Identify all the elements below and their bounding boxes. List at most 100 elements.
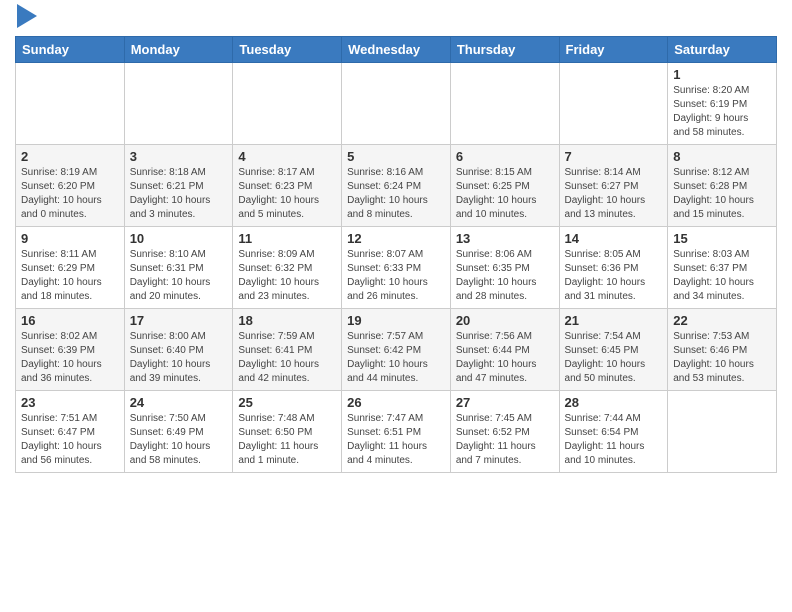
day-info: Sunrise: 8:10 AM Sunset: 6:31 PM Dayligh… [130,248,228,304]
day-info: Sunrise: 8:11 AM Sunset: 6:29 PM Dayligh… [21,248,119,304]
calendar-header: SundayMondayTuesdayWednesdayThursdayFrid… [16,37,777,63]
day-info: Sunrise: 8:06 AM Sunset: 6:35 PM Dayligh… [456,248,554,304]
day-number: 6 [456,149,554,164]
logo-text [15,14,37,28]
day-info: Sunrise: 7:47 AM Sunset: 6:51 PM Dayligh… [347,412,445,468]
day-cell: 11 Sunrise: 8:09 AM Sunset: 6:32 PM Dayli… [233,227,342,309]
week-row-3: 16 Sunrise: 8:02 AM Sunset: 6:39 PM Dayli… [16,309,777,391]
day-number: 18 [238,313,336,328]
day-cell: 25 Sunrise: 7:48 AM Sunset: 6:50 PM Dayli… [233,391,342,473]
day-cell: 12Sunrise: 8:07 AM Sunset: 6:33 PM Dayli… [342,227,451,309]
header-cell-thursday: Thursday [450,37,559,63]
day-info: Sunrise: 8:19 AM Sunset: 6:20 PM Dayligh… [21,166,119,222]
header-row: SundayMondayTuesdayWednesdayThursdayFrid… [16,37,777,63]
logo-icon [17,4,37,28]
day-cell [16,63,125,145]
day-cell: 8 Sunrise: 8:12 AM Sunset: 6:28 PM Daylig… [668,145,777,227]
day-info: Sunrise: 7:44 AM Sunset: 6:54 PM Dayligh… [565,412,663,468]
day-info: Sunrise: 8:02 AM Sunset: 6:39 PM Dayligh… [21,330,119,386]
day-info: Sunrise: 7:51 AM Sunset: 6:47 PM Dayligh… [21,412,119,468]
day-cell: 19 Sunrise: 7:57 AM Sunset: 6:42 PM Dayli… [342,309,451,391]
day-info: Sunrise: 8:07 AM Sunset: 6:33 PM Dayligh… [347,248,445,304]
day-info: Sunrise: 7:56 AM Sunset: 6:44 PM Dayligh… [456,330,554,386]
day-number: 11 [238,231,336,246]
day-number: 28 [565,395,663,410]
day-cell: 24Sunrise: 7:50 AM Sunset: 6:49 PM Dayli… [124,391,233,473]
week-row-2: 9 Sunrise: 8:11 AM Sunset: 6:29 PM Daylig… [16,227,777,309]
day-info: Sunrise: 8:18 AM Sunset: 6:21 PM Dayligh… [130,166,228,222]
day-cell: 22 Sunrise: 7:53 AM Sunset: 6:46 PM Dayli… [668,309,777,391]
logo [15,14,37,28]
day-number: 16 [21,313,119,328]
day-cell: 6 Sunrise: 8:15 AM Sunset: 6:25 PM Daylig… [450,145,559,227]
day-cell: 14 Sunrise: 8:05 AM Sunset: 6:36 PM Dayli… [559,227,668,309]
day-number: 8 [673,149,771,164]
day-cell: 18Sunrise: 7:59 AM Sunset: 6:41 PM Dayli… [233,309,342,391]
day-cell [124,63,233,145]
day-cell: 27Sunrise: 7:45 AM Sunset: 6:52 PM Dayli… [450,391,559,473]
day-cell: 2 Sunrise: 8:19 AM Sunset: 6:20 PM Daylig… [16,145,125,227]
week-row-4: 23 Sunrise: 7:51 AM Sunset: 6:47 PM Dayli… [16,391,777,473]
day-number: 3 [130,149,228,164]
day-number: 7 [565,149,663,164]
day-number: 4 [238,149,336,164]
day-info: Sunrise: 7:50 AM Sunset: 6:49 PM Dayligh… [130,412,228,468]
day-info: Sunrise: 8:00 AM Sunset: 6:40 PM Dayligh… [130,330,228,386]
header-cell-wednesday: Wednesday [342,37,451,63]
day-info: Sunrise: 7:54 AM Sunset: 6:45 PM Dayligh… [565,330,663,386]
day-number: 15 [673,231,771,246]
header-cell-saturday: Saturday [668,37,777,63]
day-info: Sunrise: 8:12 AM Sunset: 6:28 PM Dayligh… [673,166,771,222]
day-cell [668,391,777,473]
day-cell: 17Sunrise: 8:00 AM Sunset: 6:40 PM Dayli… [124,309,233,391]
day-cell: 13 Sunrise: 8:06 AM Sunset: 6:35 PM Dayli… [450,227,559,309]
day-number: 21 [565,313,663,328]
day-cell: 15 Sunrise: 8:03 AM Sunset: 6:37 PM Dayli… [668,227,777,309]
day-cell: 7 Sunrise: 8:14 AM Sunset: 6:27 PM Daylig… [559,145,668,227]
day-cell: 4 Sunrise: 8:17 AM Sunset: 6:23 PM Daylig… [233,145,342,227]
day-number: 23 [21,395,119,410]
header-cell-monday: Monday [124,37,233,63]
day-number: 5 [347,149,445,164]
day-cell: 1 Sunrise: 8:20 AM Sunset: 6:19 PM Daylig… [668,63,777,145]
day-info: Sunrise: 7:53 AM Sunset: 6:46 PM Dayligh… [673,330,771,386]
day-info: Sunrise: 8:20 AM Sunset: 6:19 PM Dayligh… [673,84,771,140]
day-cell: 5 Sunrise: 8:16 AM Sunset: 6:24 PM Daylig… [342,145,451,227]
day-info: Sunrise: 8:03 AM Sunset: 6:37 PM Dayligh… [673,248,771,304]
day-info: Sunrise: 8:14 AM Sunset: 6:27 PM Dayligh… [565,166,663,222]
day-number: 10 [130,231,228,246]
day-number: 1 [673,67,771,82]
day-info: Sunrise: 8:05 AM Sunset: 6:36 PM Dayligh… [565,248,663,304]
day-info: Sunrise: 8:16 AM Sunset: 6:24 PM Dayligh… [347,166,445,222]
week-row-1: 2 Sunrise: 8:19 AM Sunset: 6:20 PM Daylig… [16,145,777,227]
header-cell-sunday: Sunday [16,37,125,63]
header-cell-tuesday: Tuesday [233,37,342,63]
day-cell [450,63,559,145]
day-number: 19 [347,313,445,328]
day-cell: 16 Sunrise: 8:02 AM Sunset: 6:39 PM Dayli… [16,309,125,391]
header [15,10,777,28]
day-number: 20 [456,313,554,328]
day-cell: 9 Sunrise: 8:11 AM Sunset: 6:29 PM Daylig… [16,227,125,309]
day-info: Sunrise: 8:09 AM Sunset: 6:32 PM Dayligh… [238,248,336,304]
calendar: SundayMondayTuesdayWednesdayThursdayFrid… [15,36,777,473]
calendar-body: 1 Sunrise: 8:20 AM Sunset: 6:19 PM Daylig… [16,63,777,473]
day-number: 2 [21,149,119,164]
day-number: 22 [673,313,771,328]
day-info: Sunrise: 8:17 AM Sunset: 6:23 PM Dayligh… [238,166,336,222]
day-info: Sunrise: 7:48 AM Sunset: 6:50 PM Dayligh… [238,412,336,468]
day-cell [342,63,451,145]
day-info: Sunrise: 7:45 AM Sunset: 6:52 PM Dayligh… [456,412,554,468]
day-number: 14 [565,231,663,246]
day-cell: 10 Sunrise: 8:10 AM Sunset: 6:31 PM Dayli… [124,227,233,309]
day-number: 25 [238,395,336,410]
day-cell [233,63,342,145]
day-cell: 26Sunrise: 7:47 AM Sunset: 6:51 PM Dayli… [342,391,451,473]
day-number: 9 [21,231,119,246]
day-cell: 20 Sunrise: 7:56 AM Sunset: 6:44 PM Dayli… [450,309,559,391]
day-info: Sunrise: 8:15 AM Sunset: 6:25 PM Dayligh… [456,166,554,222]
day-info: Sunrise: 7:57 AM Sunset: 6:42 PM Dayligh… [347,330,445,386]
day-cell: 28 Sunrise: 7:44 AM Sunset: 6:54 PM Dayli… [559,391,668,473]
day-number: 13 [456,231,554,246]
week-row-0: 1 Sunrise: 8:20 AM Sunset: 6:19 PM Daylig… [16,63,777,145]
